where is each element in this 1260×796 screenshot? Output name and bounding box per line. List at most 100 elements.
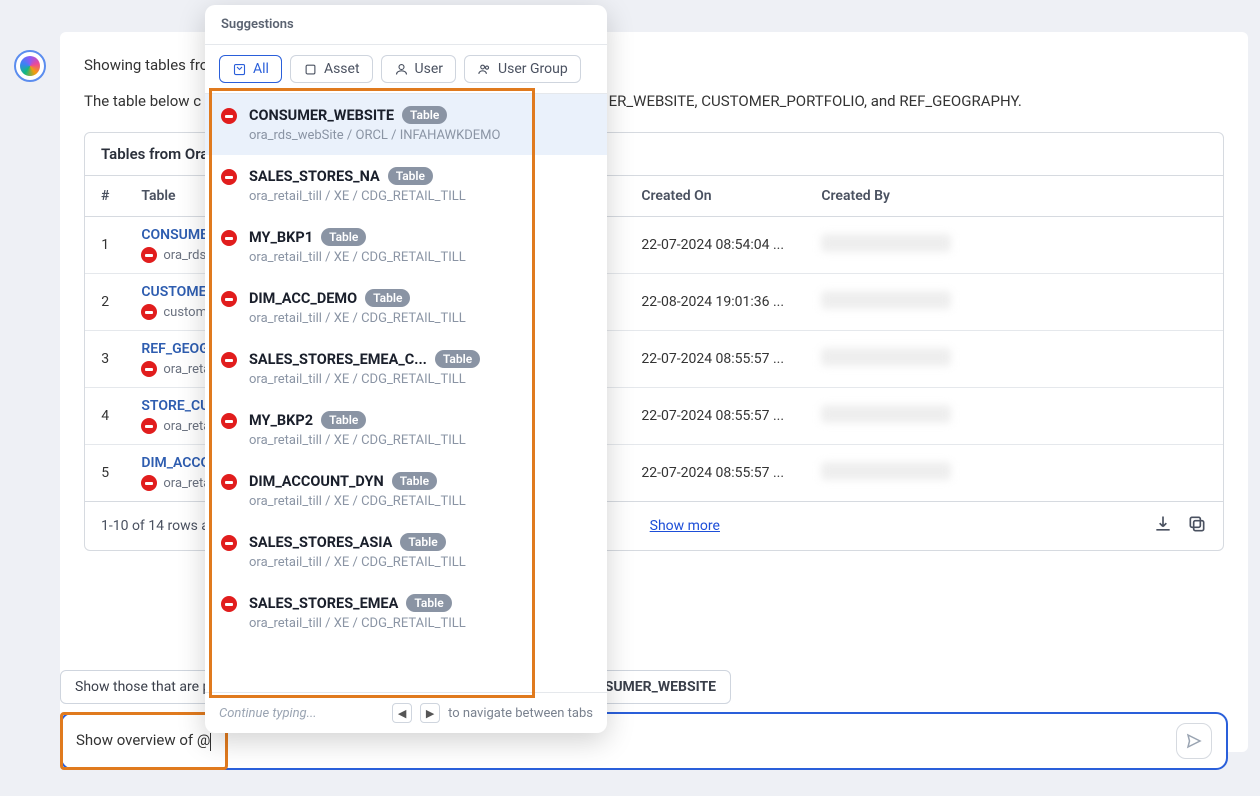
suggestion-path: ora_rds_webSite / ORCL / INFAHAWKDEMO <box>249 128 591 143</box>
tab-all-label: All <box>253 61 269 77</box>
col-created-by: Created By <box>805 176 1223 217</box>
oracle-icon <box>141 475 157 491</box>
suggestion-name: DIM_ACC_DEMO <box>249 290 357 307</box>
suggestion-name: MY_BKP2 <box>249 412 313 429</box>
suggestion-path: ora_retail_till / XE / CDG_RETAIL_TILL <box>249 616 591 631</box>
type-badge: Table <box>406 594 451 612</box>
continue-hint: Continue typing... <box>219 706 384 721</box>
suggestion-path: ora_retail_till / XE / CDG_RETAIL_TILL <box>249 250 591 265</box>
suggestion-item[interactable]: CONSUMER_WEBSITE Table ora_rds_webSite / O… <box>205 94 607 155</box>
row-created-by <box>805 388 1223 445</box>
row-created-by <box>805 331 1223 388</box>
suggestion-item[interactable]: DIM_ACCOUNT_DYN Table ora_retail_till / XE… <box>205 460 607 521</box>
oracle-icon <box>221 230 237 246</box>
suggestion-item[interactable]: SALES_STORES_NA Table ora_retail_till / XE… <box>205 155 607 216</box>
nav-hint: to navigate between tabs <box>448 706 593 721</box>
suggestions-panel: Suggestions All Asset User User Group CO… <box>205 5 607 733</box>
oracle-icon <box>221 352 237 368</box>
row-num: 4 <box>85 388 125 445</box>
download-icon[interactable] <box>1153 514 1173 538</box>
oracle-icon <box>221 108 237 124</box>
col-num: # <box>85 176 125 217</box>
row-num: 2 <box>85 274 125 331</box>
type-badge: Table <box>435 350 480 368</box>
tab-user-group[interactable]: User Group <box>464 55 581 83</box>
oracle-icon <box>141 361 157 377</box>
type-badge: Table <box>388 167 433 185</box>
suggestion-item[interactable]: DIM_ACC_DEMO Table ora_retail_till / XE / … <box>205 277 607 338</box>
row-created-on: 22-07-2024 08:55:57 ... <box>625 331 805 388</box>
suggestion-name: CONSUMER_WEBSITE <box>249 107 394 124</box>
logo-icon <box>20 56 40 76</box>
suggestion-path: ora_retail_till / XE / CDG_RETAIL_TILL <box>249 555 591 570</box>
suggestion-name: SALES_STORES_EMEA_C... <box>249 351 427 368</box>
oracle-icon <box>221 535 237 551</box>
suggestion-tabs: All Asset User User Group <box>205 45 607 94</box>
suggestion-item[interactable]: SALES_STORES_EMEA Table ora_retail_till / … <box>205 582 607 643</box>
suggestion-path: ora_retail_till / XE / CDG_RETAIL_TILL <box>249 494 591 509</box>
asset-icon <box>303 62 318 77</box>
row-created-on: 22-07-2024 08:54:04 ... <box>625 217 805 274</box>
oracle-icon <box>221 474 237 490</box>
row-num: 1 <box>85 217 125 274</box>
user-icon <box>394 62 409 77</box>
intro2-suffix: ER_WEBSITE, CUSTOMER_PORTFOLIO, and REF_… <box>609 92 1022 110</box>
tab-asset-label: Asset <box>324 61 360 77</box>
suggestion-list[interactable]: CONSUMER_WEBSITE Table ora_rds_webSite / O… <box>205 94 607 692</box>
row-created-by <box>805 217 1223 274</box>
user-group-icon <box>477 62 492 77</box>
show-more-link[interactable]: Show more <box>650 518 720 534</box>
send-icon <box>1185 732 1203 750</box>
type-badge: Table <box>392 472 437 490</box>
suggestion-path: ora_retail_till / XE / CDG_RETAIL_TILL <box>249 311 591 326</box>
all-icon <box>232 62 247 77</box>
type-badge: Table <box>365 289 410 307</box>
suggestion-item[interactable]: SALES_STORES_ASIA Table ora_retail_till / … <box>205 521 607 582</box>
suggestion-item[interactable]: MY_BKP2 Table ora_retail_till / XE / CDG_R… <box>205 399 607 460</box>
suggestion-name: DIM_ACCOUNT_DYN <box>249 473 384 490</box>
nav-left-button[interactable]: ◀ <box>392 703 412 723</box>
suggestion-path: ora_retail_till / XE / CDG_RETAIL_TILL <box>249 433 591 448</box>
tab-all[interactable]: All <box>219 55 282 83</box>
oracle-icon <box>141 304 157 320</box>
oracle-icon <box>221 596 237 612</box>
row-num: 5 <box>85 445 125 502</box>
row-created-on: 22-08-2024 19:01:36 ... <box>625 274 805 331</box>
row-num: 3 <box>85 331 125 388</box>
row-count: 1-10 of 14 rows an <box>101 518 217 534</box>
type-badge: Table <box>400 533 445 551</box>
oracle-icon <box>221 169 237 185</box>
suggestion-name: SALES_STORES_NA <box>249 168 380 185</box>
chat-input-text[interactable]: Show overview of @ <box>76 731 1176 750</box>
nav-right-button[interactable]: ▶ <box>420 703 440 723</box>
row-created-on: 22-07-2024 08:55:57 ... <box>625 388 805 445</box>
tab-user-group-label: User Group <box>498 61 568 77</box>
row-created-by <box>805 274 1223 331</box>
col-created-on: Created On <box>625 176 805 217</box>
oracle-icon <box>221 413 237 429</box>
suggestion-path: ora_retail_till / XE / CDG_RETAIL_TILL <box>249 372 591 387</box>
oracle-icon <box>141 247 157 263</box>
suggestion-name: MY_BKP1 <box>249 229 313 246</box>
send-button[interactable] <box>1176 723 1212 759</box>
tab-asset[interactable]: Asset <box>290 55 373 83</box>
row-created-on: 22-07-2024 08:55:57 ... <box>625 445 805 502</box>
oracle-icon <box>221 291 237 307</box>
suggestion-path: ora_retail_till / XE / CDG_RETAIL_TILL <box>249 189 591 204</box>
type-badge: Table <box>402 106 447 124</box>
suggestion-name: SALES_STORES_EMEA <box>249 595 398 612</box>
type-badge: Table <box>321 411 366 429</box>
app-logo[interactable] <box>14 50 46 82</box>
oracle-icon <box>141 418 157 434</box>
tab-user-label: User <box>415 61 443 77</box>
suggestion-item[interactable]: MY_BKP1 Table ora_retail_till / XE / CDG_R… <box>205 216 607 277</box>
tab-user[interactable]: User <box>381 55 456 83</box>
suggestions-title: Suggestions <box>205 5 607 45</box>
copy-icon[interactable] <box>1187 514 1207 538</box>
suggestion-name: SALES_STORES_ASIA <box>249 534 392 551</box>
type-badge: Table <box>321 228 366 246</box>
suggestion-item[interactable]: SALES_STORES_EMEA_C... Table ora_retail_ti… <box>205 338 607 399</box>
suggestion-footer: Continue typing... ◀ ▶ to navigate betwe… <box>205 692 607 733</box>
intro2-prefix: The table below c <box>84 92 201 110</box>
row-created-by <box>805 445 1223 502</box>
